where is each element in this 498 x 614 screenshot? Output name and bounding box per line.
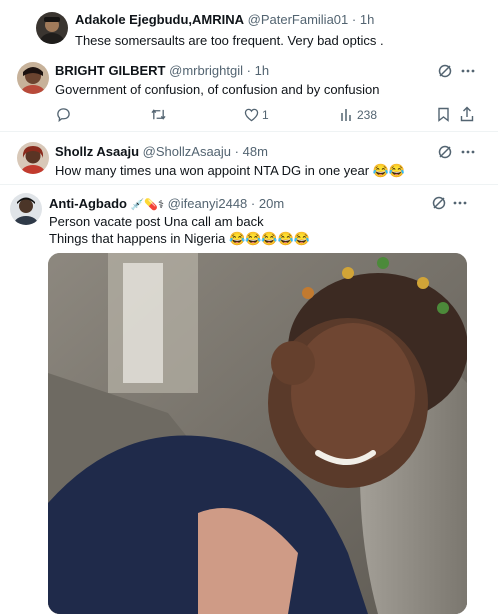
- laughing-emoji: 😂😂: [372, 163, 406, 178]
- tweet-text-line-2-wrap: Things that happens in Nigeria 😂😂😂😂😂: [49, 230, 310, 247]
- avatar[interactable]: [17, 142, 49, 174]
- tweet-3[interactable]: Shollz Asaaju @ShollzAsaaju · 48m How ma…: [0, 132, 498, 184]
- grok-icon[interactable]: [431, 195, 447, 211]
- reply-icon[interactable]: [56, 107, 71, 122]
- like-count[interactable]: 1: [262, 108, 269, 122]
- tweet-text-line-1: Person vacate post Una call am back: [49, 214, 264, 229]
- tweet-media-image[interactable]: [48, 253, 467, 614]
- timestamp[interactable]: 48m: [243, 144, 268, 159]
- author-handle[interactable]: @PaterFamilia01: [248, 12, 349, 27]
- like-icon[interactable]: [244, 108, 259, 122]
- author-handle[interactable]: @ifeanyi2448: [168, 196, 248, 211]
- author-name[interactable]: Adakole Ejegbudu,AMRINA: [75, 12, 244, 27]
- share-icon[interactable]: [460, 106, 474, 122]
- avatar[interactable]: [17, 62, 49, 94]
- laughing-emoji: 😂😂😂😂😂: [228, 231, 310, 246]
- grok-icon[interactable]: [437, 144, 453, 160]
- view-count[interactable]: 238: [357, 108, 377, 122]
- author-handle[interactable]: @ShollzAsaaju: [143, 144, 231, 159]
- bookmark-icon[interactable]: [437, 107, 450, 122]
- separator: ·: [351, 12, 357, 27]
- views-icon[interactable]: [340, 108, 354, 122]
- timestamp[interactable]: 1h: [360, 12, 374, 27]
- author-handle[interactable]: @mrbrightgil: [169, 63, 243, 78]
- tweet-text: Government of confusion, of confusion an…: [55, 82, 380, 97]
- author-name[interactable]: Anti-Agbado: [49, 196, 127, 211]
- author-name[interactable]: BRIGHT GILBERT: [55, 63, 166, 78]
- tweet-text-line-2: Things that happens in Nigeria: [49, 231, 226, 246]
- avatar[interactable]: [36, 12, 68, 44]
- author-name-emoji: 💉💊⚕: [130, 199, 164, 211]
- tweet-1[interactable]: Adakole Ejegbudu,AMRINA @PaterFamilia01 …: [0, 0, 498, 52]
- tweet-text-line: How many times una won appoint NTA DG in…: [55, 162, 405, 179]
- more-icon[interactable]: [460, 146, 476, 158]
- timestamp[interactable]: 20m: [259, 196, 284, 211]
- tweet-text: These somersaults are too frequent. Very…: [75, 33, 384, 48]
- tweet-text: How many times una won appoint NTA DG in…: [55, 163, 370, 178]
- retweet-icon[interactable]: [150, 107, 167, 122]
- separator: ·: [234, 144, 239, 159]
- more-icon[interactable]: [460, 65, 476, 77]
- separator: ·: [246, 63, 251, 78]
- timestamp[interactable]: 1h: [255, 63, 269, 78]
- tweet-2[interactable]: BRIGHT GILBERT @mrbrightgil · 1h Governm…: [0, 52, 498, 132]
- avatar[interactable]: [10, 193, 42, 225]
- author-name[interactable]: Shollz Asaaju: [55, 144, 139, 159]
- grok-icon[interactable]: [437, 63, 453, 79]
- separator: ·: [250, 196, 256, 211]
- more-icon[interactable]: [452, 197, 468, 209]
